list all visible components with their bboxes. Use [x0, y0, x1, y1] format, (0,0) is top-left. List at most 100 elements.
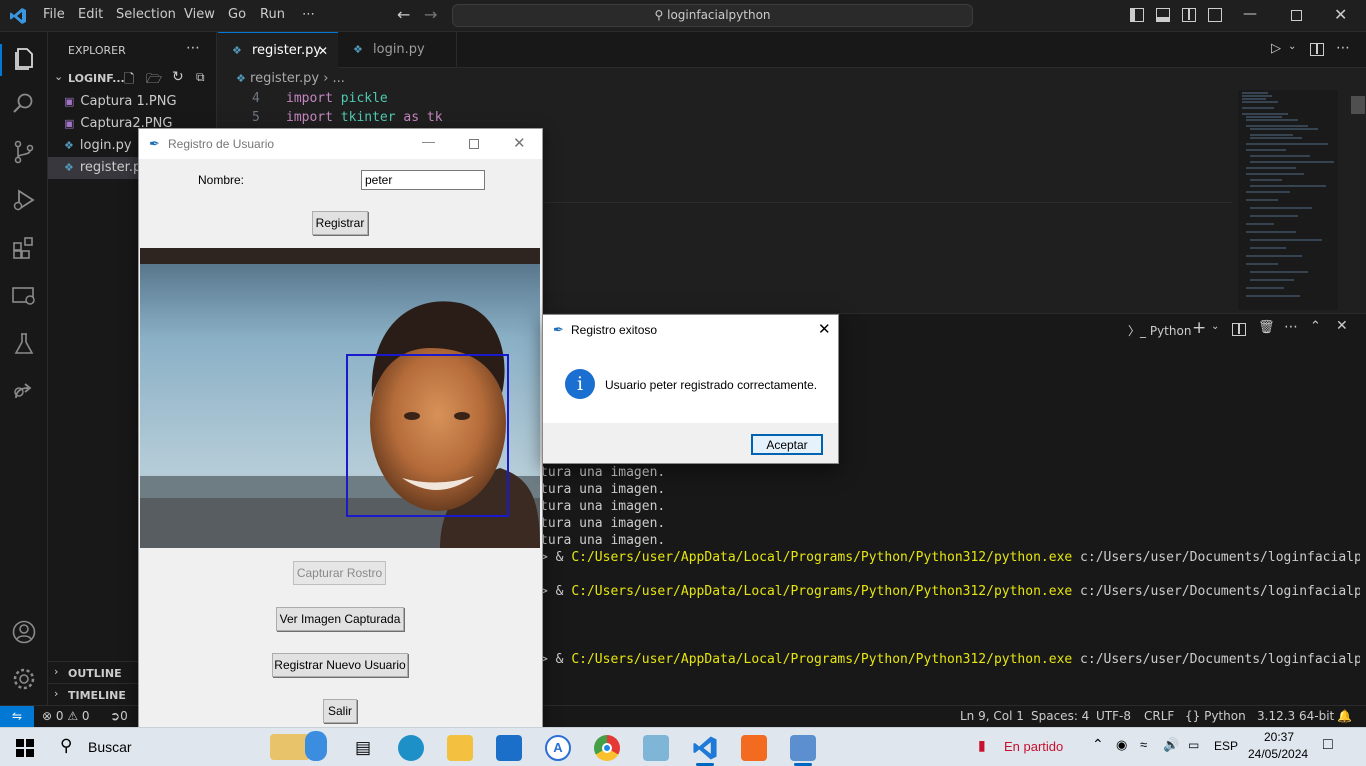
search-activity-icon[interactable] [10, 90, 38, 118]
menu-go[interactable]: Go [228, 7, 246, 22]
restore-icon[interactable] [1291, 10, 1302, 21]
explorer-more-icon[interactable]: ⋯ [186, 40, 200, 56]
edge-browser-icon[interactable] [398, 735, 424, 761]
file-item[interactable]: ▣ Captura 1.PNG [48, 91, 217, 113]
ver-imagen-button[interactable]: Ver Imagen Capturada [276, 607, 404, 631]
task-view-icon[interactable]: ▤ [350, 735, 376, 761]
cursor-position[interactable]: Ln 9, Col 1 [960, 709, 1024, 723]
app-store-icon[interactable]: A [545, 735, 571, 761]
remote-indicator-icon[interactable]: ⇋ [0, 706, 34, 727]
trash-icon[interactable]: 🗑 [1258, 320, 1275, 335]
xampp-icon[interactable] [741, 735, 767, 761]
remote-explorer-icon[interactable] [10, 282, 38, 310]
bottle-widget-icon[interactable] [305, 731, 327, 761]
menu-view[interactable]: View [184, 7, 215, 22]
notifications-bell-icon[interactable]: 🔔 [1337, 709, 1352, 723]
chevron-down-icon[interactable]: ⌄ [1288, 41, 1296, 52]
split-terminal-icon[interactable] [1232, 323, 1246, 336]
clock-date[interactable]: 24/05/2024 [1248, 747, 1308, 761]
minimap[interactable] [1238, 90, 1338, 310]
forward-arrow-icon[interactable]: → [424, 5, 437, 24]
minimize-icon[interactable]: — [422, 134, 435, 149]
menu-file[interactable]: File [43, 7, 65, 22]
close-icon[interactable]: ✕ [513, 134, 526, 152]
testing-flask-icon[interactable] [10, 330, 38, 358]
python-tk-app-icon[interactable] [790, 735, 816, 761]
command-center-search[interactable]: ⚲ loginfacialpython [452, 4, 973, 27]
tab-login-py[interactable]: ❖ login.py [339, 32, 457, 68]
dialog-title-bar[interactable]: ✒ Registro exitoso ✕ [543, 315, 838, 345]
end-of-line[interactable]: CRLF [1144, 709, 1174, 723]
salir-button[interactable]: Salir [323, 699, 357, 723]
encoding[interactable]: UTF-8 [1096, 709, 1131, 723]
nombre-input[interactable]: peter [361, 170, 485, 190]
python-interpreter[interactable]: 3.12.3 64-bit [1257, 709, 1334, 723]
volume-icon[interactable]: 🔊 [1163, 737, 1179, 753]
new-folder-icon[interactable]: 🗁 [146, 70, 162, 92]
registrar-nuevo-usuario-button[interactable]: Registrar Nuevo Usuario [272, 653, 408, 677]
mail-icon[interactable] [496, 735, 522, 761]
vscode-logo-icon[interactable] [9, 7, 27, 25]
taskbar-search[interactable]: Buscar [88, 739, 132, 755]
explorer-icon[interactable] [10, 44, 38, 72]
terminal-profile[interactable]: 〉_ Python [1128, 322, 1191, 339]
toggle-panel-icon[interactable] [1156, 8, 1170, 22]
folder-header[interactable]: ⌄ LOGINF... 🗋 🗁 ↻ ⧉ [48, 68, 217, 90]
close-window-icon[interactable]: ✕ [1334, 5, 1347, 24]
new-terminal-icon[interactable]: + [1192, 318, 1206, 338]
toggle-secondary-sidebar-icon[interactable] [1182, 8, 1196, 22]
customize-layout-icon[interactable] [1208, 8, 1222, 22]
vscode-taskbar-icon[interactable] [692, 735, 718, 761]
chevron-up-icon[interactable]: ⌃ [1092, 736, 1104, 753]
notification-center-icon[interactable]: □ [1323, 736, 1333, 754]
aceptar-button[interactable]: Aceptar [751, 434, 823, 455]
windows-start-icon[interactable] [16, 739, 34, 757]
editor-scrollbar-thumb[interactable] [1351, 96, 1365, 114]
run-debug-icon[interactable] [10, 186, 38, 214]
search-icon[interactable]: ⚲ [60, 736, 72, 756]
battery-icon[interactable]: ▭ [1188, 738, 1199, 752]
indentation[interactable]: Spaces: 4 [1031, 709, 1089, 723]
problems-indicator[interactable]: ⊗ 0 ⚠ 0 [42, 709, 90, 723]
accounts-icon[interactable] [10, 618, 38, 646]
meet-now-icon[interactable]: ◉ [1116, 737, 1127, 753]
ports-indicator[interactable]: ➲0 [110, 709, 128, 723]
close-tab-icon[interactable]: ✕ [318, 33, 328, 69]
language-indicator[interactable]: ESP [1214, 739, 1238, 753]
run-file-icon[interactable]: ▷ [1271, 41, 1281, 56]
capturar-rostro-button[interactable]: Capturar Rostro [293, 561, 386, 585]
extensions-icon[interactable] [10, 234, 38, 262]
clock-time[interactable]: 20:37 [1264, 730, 1294, 744]
close-icon[interactable]: ✕ [818, 320, 831, 338]
maximize-panel-icon[interactable]: ⌃ [1310, 319, 1321, 334]
file-explorer-icon[interactable] [447, 735, 473, 761]
live-share-icon[interactable] [10, 378, 38, 406]
nba-icon[interactable]: ▮ [978, 737, 986, 754]
back-arrow-icon[interactable]: ← [397, 5, 410, 24]
breadcrumb-file[interactable]: register.py [250, 71, 319, 86]
panel-more-icon[interactable]: ⋯ [1284, 319, 1298, 335]
menu-run[interactable]: Run [260, 7, 285, 22]
close-panel-icon[interactable]: ✕ [1336, 318, 1348, 334]
wifi-icon[interactable]: ≈ [1140, 737, 1147, 752]
tab-register-py[interactable]: ❖ register.py ✕ [218, 32, 338, 68]
minimize-icon[interactable]: — [1243, 6, 1257, 22]
new-file-icon[interactable]: 🗋 [124, 70, 134, 92]
notes-app-icon[interactable] [643, 735, 669, 761]
registrar-button[interactable]: Registrar [312, 211, 368, 235]
tk-title-bar[interactable]: ✒ Registro de Usuario — ✕ [139, 129, 542, 159]
language-mode[interactable]: {} Python [1185, 709, 1246, 723]
menu-selection[interactable]: Selection [116, 7, 176, 22]
source-control-icon[interactable] [10, 138, 38, 166]
split-editor-icon[interactable] [1310, 43, 1324, 56]
sports-widget[interactable]: En partido [1004, 739, 1063, 754]
collapse-all-icon[interactable]: ⧉ [196, 70, 205, 85]
refresh-icon[interactable]: ↻ [172, 69, 184, 85]
menu-more[interactable]: ⋯ [302, 7, 315, 22]
chrome-icon[interactable] [594, 735, 620, 761]
chevron-down-icon[interactable]: ⌄ [1211, 321, 1219, 332]
toggle-sidebar-icon[interactable] [1130, 8, 1144, 22]
maximize-icon[interactable] [469, 139, 479, 149]
breadcrumb-more[interactable]: ... [333, 71, 345, 86]
menu-edit[interactable]: Edit [78, 7, 103, 22]
